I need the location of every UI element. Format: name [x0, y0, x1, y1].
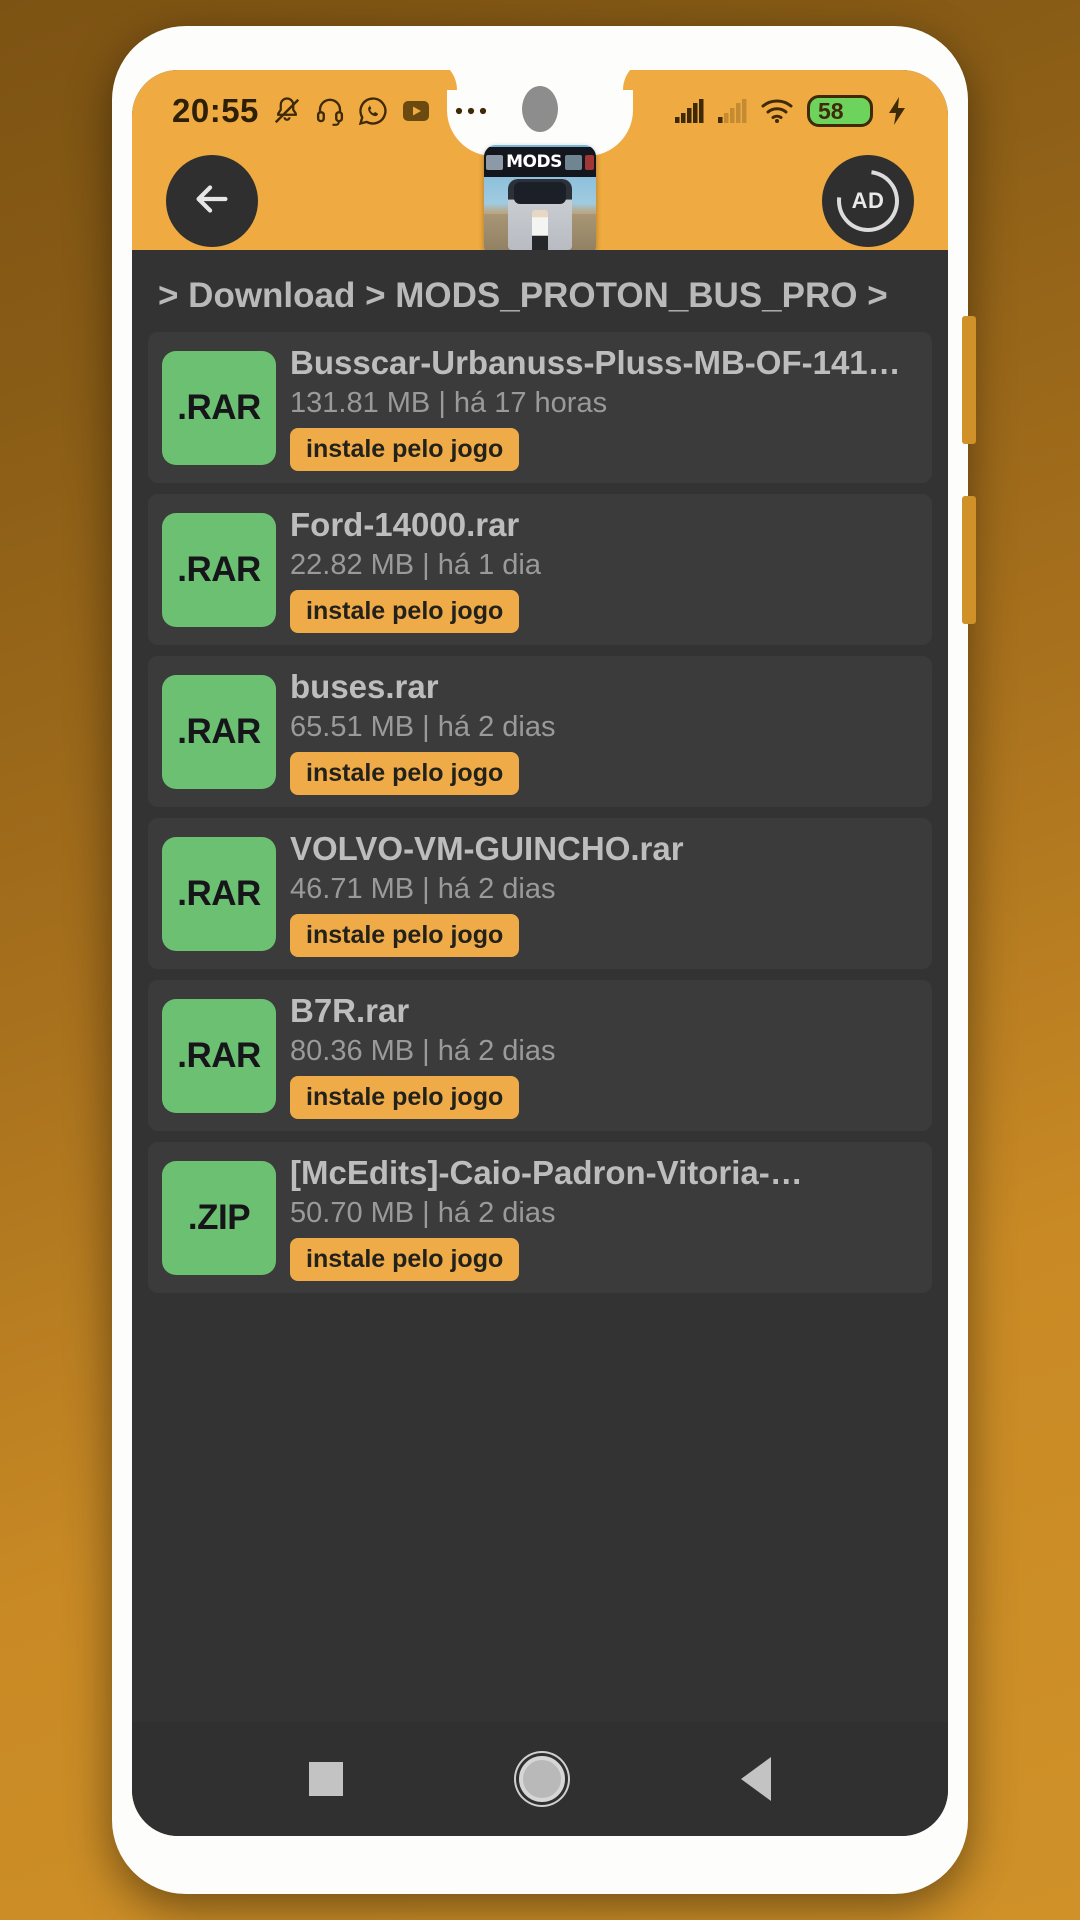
file-list: .RAR Busscar-Urbanuss-Pluss-MB-OF-1418-…… — [132, 332, 948, 1293]
status-bar-right: 58 — [674, 95, 908, 127]
app-icon-person-graphic — [532, 209, 548, 254]
ad-button[interactable]: AD — [822, 155, 914, 247]
android-navigation-bar — [132, 1722, 948, 1836]
file-meta: 131.81 MB | há 17 horas — [290, 387, 608, 419]
table-row[interactable]: .RAR B7R.rar 80.36 MB | há 2 dias instal… — [148, 980, 932, 1131]
phone-screen: 20:55 58 MODS AD > Download > MODS_PROTO… — [132, 70, 948, 1836]
file-name: Ford-14000.rar — [290, 506, 520, 543]
app-icon: MODS — [484, 145, 596, 257]
install-tag-badge[interactable]: instale pelo jogo — [290, 752, 520, 795]
install-tag-badge[interactable]: instale pelo jogo — [290, 1076, 520, 1119]
app-icon-banner-chip-red — [584, 154, 594, 170]
status-bar: 20:55 58 — [132, 70, 948, 152]
status-clock: 20:55 — [172, 92, 259, 129]
wifi-icon — [760, 98, 794, 124]
file-name: Busscar-Urbanuss-Pluss-MB-OF-1418-… — [290, 344, 918, 381]
status-bar-left: 20:55 — [172, 92, 490, 130]
volume-down-hardware-button[interactable] — [962, 496, 976, 624]
youtube-icon — [401, 99, 431, 123]
app-icon-banner: MODS — [484, 147, 596, 177]
battery-indicator: 58 — [807, 95, 873, 127]
file-browser-content: > Download > MODS_PROTON_BUS_PRO > .RAR … — [132, 250, 948, 1722]
app-icon-banner-chip-right — [564, 154, 582, 170]
file-type-badge: .RAR — [162, 512, 276, 627]
file-type-badge: .ZIP — [162, 1160, 276, 1275]
install-tag-badge[interactable]: instale pelo jogo — [290, 914, 520, 957]
bell-mute-icon — [272, 96, 302, 126]
file-meta: 46.71 MB | há 2 dias — [290, 873, 556, 905]
table-row[interactable]: .RAR Ford-14000.rar 22.82 MB | há 1 dia … — [148, 494, 932, 645]
breadcrumb[interactable]: > Download > MODS_PROTON_BUS_PRO > — [132, 250, 948, 332]
file-type-badge: .RAR — [162, 350, 276, 465]
file-type-badge: .RAR — [162, 998, 276, 1113]
file-type-badge: .RAR — [162, 836, 276, 951]
file-type-badge: .RAR — [162, 674, 276, 789]
triangle-back-icon[interactable] — [741, 1757, 771, 1801]
file-name: VOLVO-VM-GUINCHO.rar — [290, 830, 684, 867]
battery-level-text: 58 — [818, 97, 844, 124]
more-dots-icon — [454, 105, 490, 117]
file-info: B7R.rar 80.36 MB | há 2 dias instale pel… — [290, 992, 918, 1119]
file-name: B7R.rar — [290, 992, 410, 1029]
file-info: Busscar-Urbanuss-Pluss-MB-OF-1418-… 131.… — [290, 344, 918, 471]
ad-rotating-ring-icon — [824, 157, 912, 245]
app-icon-banner-chip-left — [486, 154, 504, 170]
file-info: VOLVO-VM-GUINCHO.rar 46.71 MB | há 2 dia… — [290, 830, 918, 957]
app-icon-banner-label: MODS — [506, 152, 562, 172]
file-meta: 80.36 MB | há 2 dias — [290, 1035, 556, 1067]
charging-bolt-icon — [886, 96, 908, 126]
back-arrow-icon — [189, 176, 235, 227]
table-row[interactable]: .RAR Busscar-Urbanuss-Pluss-MB-OF-1418-…… — [148, 332, 932, 483]
app-icon-bus-windshield — [514, 182, 566, 204]
app-top-bar: MODS AD — [132, 145, 948, 257]
square-recents-icon[interactable] — [309, 1762, 343, 1796]
circle-home-icon[interactable] — [519, 1756, 565, 1802]
headset-icon — [315, 96, 345, 126]
file-meta: 50.70 MB | há 2 dias — [290, 1197, 556, 1229]
back-button[interactable] — [166, 155, 258, 247]
file-meta: 65.51 MB | há 2 dias — [290, 711, 556, 743]
table-row[interactable]: .ZIP [McEdits]-Caio-Padron-Vitoria-… 50.… — [148, 1142, 932, 1293]
file-info: buses.rar 65.51 MB | há 2 dias instale p… — [290, 668, 918, 795]
install-tag-badge[interactable]: instale pelo jogo — [290, 590, 520, 633]
install-tag-badge[interactable]: instale pelo jogo — [290, 1238, 520, 1281]
file-name: [McEdits]-Caio-Padron-Vitoria-… — [290, 1154, 803, 1191]
signal-sim1-icon — [674, 98, 704, 124]
signal-sim2-icon — [717, 98, 747, 124]
file-info: [McEdits]-Caio-Padron-Vitoria-… 50.70 MB… — [290, 1154, 918, 1281]
file-name: buses.rar — [290, 668, 439, 705]
table-row[interactable]: .RAR VOLVO-VM-GUINCHO.rar 46.71 MB | há … — [148, 818, 932, 969]
whatsapp-icon — [358, 96, 388, 126]
file-info: Ford-14000.rar 22.82 MB | há 1 dia insta… — [290, 506, 918, 633]
app-header-zone: 20:55 58 MODS AD — [132, 70, 948, 257]
table-row[interactable]: .RAR buses.rar 65.51 MB | há 2 dias inst… — [148, 656, 932, 807]
install-tag-badge[interactable]: instale pelo jogo — [290, 428, 520, 471]
volume-up-hardware-button[interactable] — [962, 316, 976, 444]
file-meta: 22.82 MB | há 1 dia — [290, 549, 541, 581]
